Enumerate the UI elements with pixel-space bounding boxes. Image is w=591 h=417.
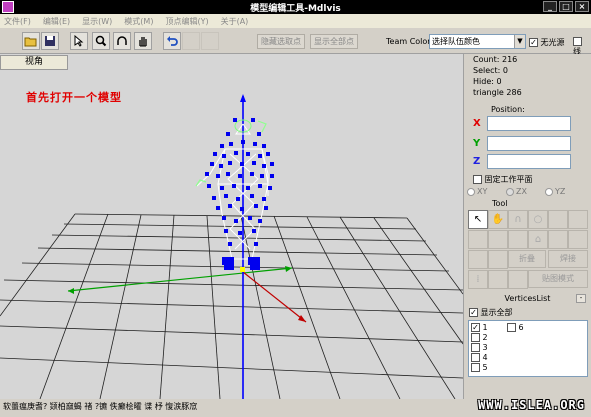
floor-grid: [0, 213, 463, 399]
position-z-input[interactable]: [487, 154, 571, 169]
tool-blank-5[interactable]: [508, 230, 528, 249]
origin-marker: [240, 267, 245, 272]
tool-select-icon[interactable]: ↖: [468, 210, 488, 229]
x-label: X: [473, 118, 481, 129]
hide-selected-button[interactable]: 隐藏选取点: [257, 34, 305, 49]
list-item[interactable]: 3: [471, 343, 488, 352]
hint-text: 首先打开一个模型: [26, 91, 122, 104]
fixed-plane-label: 固定工作平面: [484, 175, 533, 184]
collapse-icon[interactable]: -: [576, 294, 586, 303]
position-y-input[interactable]: [487, 136, 571, 151]
app-icon: [2, 1, 14, 13]
select-arrow-icon[interactable]: [70, 32, 88, 50]
vertices-list-header: VerticesList -: [466, 293, 589, 306]
z-label: Z: [473, 156, 481, 167]
fold-button[interactable]: 折叠: [508, 250, 546, 268]
window-title: 模型编辑工具-Mdlvis: [250, 3, 341, 14]
pan-hand-icon[interactable]: [134, 32, 152, 50]
tool-rotate-icon[interactable]: ∩: [508, 210, 528, 229]
show-all-button[interactable]: 显示全部点: [310, 34, 358, 49]
fixed-plane-checkbox[interactable]: 固定工作平面: [473, 174, 533, 185]
chevron-down-icon[interactable]: ▼: [514, 35, 525, 48]
position-x-input[interactable]: [487, 116, 571, 131]
menu-view[interactable]: 显示(W): [82, 16, 112, 27]
team-color-select[interactable]: 选择队伍颜色 ▼: [429, 34, 526, 49]
tool-hand-icon[interactable]: ✋: [488, 210, 508, 229]
hidden-count: Hide: 0: [473, 77, 502, 86]
list-item[interactable]: 2: [471, 333, 488, 342]
menu-mode[interactable]: 模式(M): [124, 16, 153, 27]
no-light-checkbox[interactable]: ✓ 无光源: [529, 37, 565, 48]
tool-blank-9[interactable]: [488, 250, 508, 269]
list-item[interactable]: 4: [471, 353, 488, 362]
tool-label: Tool: [492, 199, 508, 208]
list-item[interactable]: ✓ 1: [471, 323, 488, 332]
rotate-icon[interactable]: [113, 32, 131, 50]
tool-blank-4[interactable]: [488, 230, 508, 249]
zoom-icon[interactable]: [92, 32, 110, 50]
menu-file[interactable]: 文件(F): [4, 16, 31, 27]
show-all-checkbox[interactable]: ✓ 显示全部: [469, 307, 513, 318]
position-label: Position:: [491, 105, 525, 114]
triangle-count: triangle 286: [473, 88, 522, 97]
title-bar: 模型编辑工具-Mdlvis _ □ ×: [0, 0, 591, 14]
save-icon[interactable]: [41, 32, 59, 50]
tool-blank-icon[interactable]: [201, 32, 219, 50]
minimize-button[interactable]: _: [543, 1, 557, 12]
status-text: 软蠆瘟庚耆? 颎柏窳蝎 禇 ?镳 佚癫桧曤 谍 杼 愎涙豚窊: [3, 402, 198, 411]
list-item[interactable]: 5: [471, 363, 488, 372]
vertex-count: Count: 216: [473, 55, 518, 64]
maximize-button[interactable]: □: [559, 1, 573, 12]
list-item[interactable]: 6: [507, 323, 524, 332]
tool-blank-12[interactable]: [508, 270, 528, 289]
close-button[interactable]: ×: [575, 1, 589, 12]
tool-blank-11[interactable]: [488, 270, 508, 289]
vertex-points: [205, 118, 274, 270]
checkbox-checked-icon[interactable]: ✓: [529, 38, 538, 47]
3d-viewport[interactable]: 视角 首先打开一个模型: [0, 54, 463, 399]
open-folder-icon[interactable]: [22, 32, 40, 50]
scene-canvas[interactable]: [0, 54, 463, 399]
plane-yz-radio[interactable]: YZ: [545, 187, 565, 196]
map-mode-button[interactable]: 贴图模式: [528, 270, 588, 288]
vertices-list-title: VerticesList: [504, 294, 551, 303]
tool-circle-icon[interactable]: ○: [528, 210, 548, 229]
toolbar: 隐藏选取点 显示全部点 Team Color 选择队伍颜色 ▼ ✓ 无光源 线: [0, 28, 591, 56]
weld-button[interactable]: 焊接: [548, 250, 588, 268]
team-color-value: 选择队伍颜色: [432, 37, 480, 46]
selected-count: Select: 0: [473, 66, 509, 75]
tool-blank-10[interactable]: ⁞: [468, 270, 488, 289]
watermark: WWW.ISLEA.ORG: [478, 398, 585, 412]
undo-icon[interactable]: [163, 32, 181, 50]
x-axis-line: [67, 267, 293, 292]
tool-blank-7[interactable]: [568, 230, 588, 249]
tool-blank-2[interactable]: [568, 210, 588, 229]
tool-blank-8[interactable]: [468, 250, 488, 269]
view-angle-button[interactable]: 视角: [0, 55, 68, 70]
plane-zx-radio[interactable]: ZX: [506, 187, 527, 196]
menu-about[interactable]: 关于(A): [221, 16, 249, 27]
menu-vertex-edit[interactable]: 顶点编辑(Y): [165, 16, 208, 27]
properties-panel: Count: 216 Select: 0 Hide: 0 triangle 28…: [463, 54, 591, 399]
tool-blank-6[interactable]: [548, 230, 568, 249]
no-light-label: 无光源: [540, 38, 565, 47]
tool-blank-3[interactable]: [468, 230, 488, 249]
tool-blank-1[interactable]: [548, 210, 568, 229]
team-color-label: Team Color: [386, 37, 431, 46]
redo-icon[interactable]: [182, 32, 200, 50]
show-all-label: 显示全部: [480, 308, 513, 317]
tool-lock-icon[interactable]: ⌂: [528, 230, 548, 249]
plane-xy-radio[interactable]: XY: [467, 187, 487, 196]
vertices-list[interactable]: ✓ 1 2 3 4 5 6: [468, 320, 588, 377]
menu-edit[interactable]: 编辑(E): [43, 16, 70, 27]
menu-bar: 文件(F) 编辑(E) 显示(W) 模式(M) 顶点编辑(Y) 关于(A): [0, 14, 591, 28]
y-label: Y: [473, 138, 481, 149]
x-axis-arrow-icon: [68, 288, 74, 294]
